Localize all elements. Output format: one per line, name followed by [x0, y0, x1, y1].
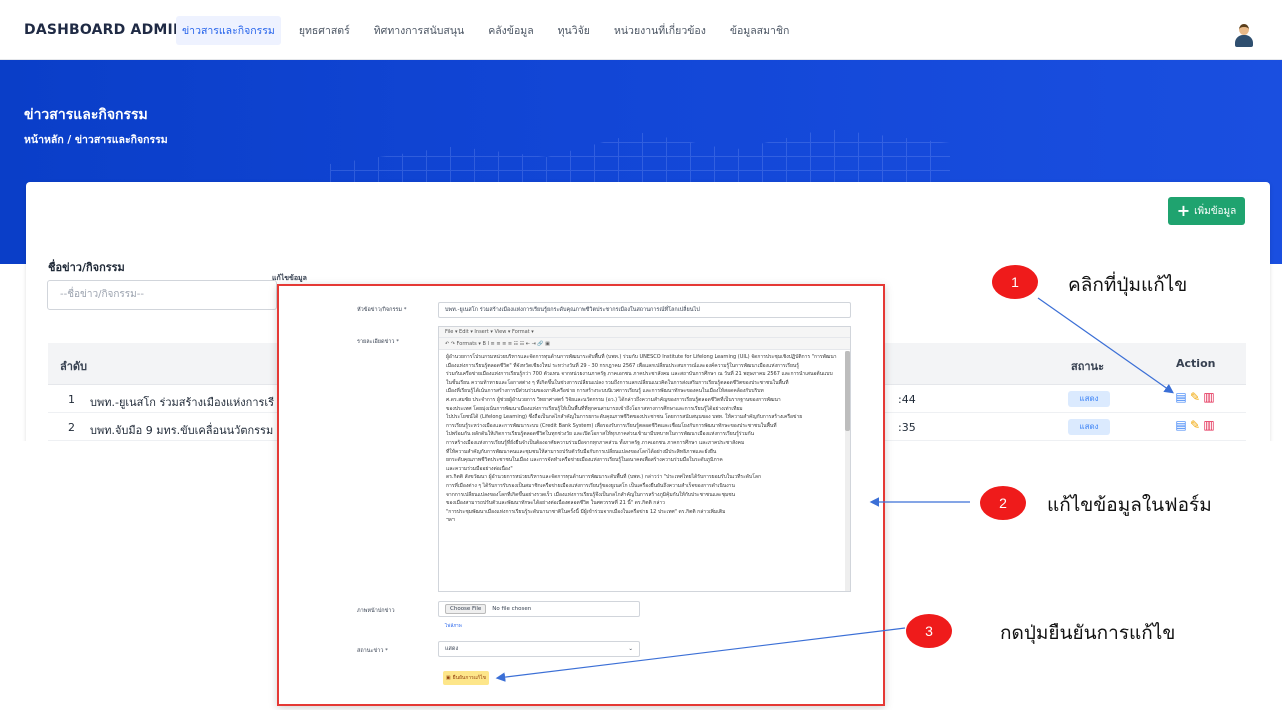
column-status: สถานะ	[1071, 360, 1104, 373]
edit-modal-title: แก้ไขข้อมูล	[272, 274, 307, 282]
filter-input[interactable]: --ชื่อข่าว/กิจกรรม--	[47, 280, 277, 310]
file-hint: ไฟล์ภาพ	[445, 624, 462, 629]
editor-scroll-thumb[interactable]	[845, 351, 850, 431]
top-navbar: DASHBOARD ADMIN ข่าวสารและกิจกรรม ยุทธศา…	[0, 0, 1282, 60]
editor-text-line: เมืองแห่งการเรียนรู้ตลอดชีวิต" ที่จังหวั…	[446, 362, 799, 369]
delete-trash-icon[interactable]: ▥	[1202, 417, 1216, 433]
breadcrumb: หน้าหลัก / ข่าวสารและกิจกรรม	[24, 134, 168, 146]
editor-toolbar[interactable]: ↶ ↷ Formats ▾ B I ≡ ≡ ≡ ≡ ☷ ☷ ⇤ ⇥ 🔗 ▣	[439, 338, 850, 350]
status-label: สถานะข่าว *	[357, 648, 388, 654]
cover-image-label: ภาพหน้าปกข่าว	[357, 608, 395, 614]
editor-text-line: เมืองที่เรียนรู้ได้เน้นการสร้างการมีส่วน…	[446, 388, 764, 395]
editor-text-line: การเรียนรู้ระหว่างเมืองและการพัฒนาระบบ (…	[446, 422, 777, 429]
row-title: บพท.-ยูเนสโก ร่วมสร้างเมืองแห่งการเรี	[90, 396, 275, 409]
menu-strategy[interactable]: ยุทธศาสตร์	[299, 22, 350, 39]
callout-step-1-text: คลิกที่ปุ่มแก้ไข	[1068, 274, 1188, 296]
editor-menubar[interactable]: File ▾ Edit ▾ Insert ▾ View ▾ Format ▾	[439, 327, 850, 338]
chevron-down-icon: ⌄	[628, 646, 633, 652]
user-avatar-icon[interactable]	[1234, 24, 1254, 48]
editor-text-line: ไปพร้อมกัน ผลักดันให้เกิดการเรียนรู้ตลอด…	[446, 431, 755, 438]
add-item-button[interactable]: + เพิ่มข้อมูล	[1168, 197, 1245, 225]
edit-pencil-icon[interactable]: ✎	[1188, 389, 1202, 405]
editor-text-line: ศ.ดร.สมชัย ประจำการ ผู้ช่วยผู้อำนวยการ ว…	[446, 396, 781, 403]
view-document-icon[interactable]: ▤	[1174, 417, 1188, 433]
editor-text-line: ดร.กิตติ สังขวัฒนา ผู้อำนวยการหน่วยบริหา…	[446, 474, 761, 481]
row-time: :44	[898, 393, 916, 406]
row-number: 2	[68, 421, 75, 434]
headline-input[interactable]: บพท.-ยูเนสโก ร่วมสร้างเมืองแห่งการเรียนร…	[438, 302, 851, 318]
callout-step-3-text: กดปุ่มยืนยันการแก้ไข	[1000, 622, 1176, 644]
main-menu: ข่าวสารและกิจกรรม ยุทธศาสตร์ ทิศทางการสน…	[176, 0, 813, 60]
view-document-icon[interactable]: ▤	[1174, 389, 1188, 405]
editor-text-line: ที่ให้ความสำคัญกับการพัฒนาคนและชุมชนให้ส…	[446, 448, 717, 455]
save-icon: ▣	[445, 675, 451, 681]
menu-data-repository[interactable]: คลังข้อมูล	[488, 22, 533, 39]
editor-text-line: ไปประโยชน์ได้ (Lifelong Learning) ซึ่งถื…	[446, 414, 803, 421]
callout-step-2: 2	[980, 486, 1026, 520]
rich-text-editor[interactable]: File ▾ Edit ▾ Insert ▾ View ▾ Format ▾ ↶…	[438, 326, 851, 592]
column-action: Action	[1176, 357, 1216, 370]
status-select-value: แสดง	[445, 646, 459, 652]
confirm-edit-button[interactable]: ▣ ยืนยันการแก้ไข	[443, 671, 489, 685]
row-title: บพท.จับมือ 9 มทร.ขับเคลื่อนนวัตกรรม	[90, 424, 274, 437]
menu-members[interactable]: ข้อมูลสมาชิก	[730, 22, 790, 39]
column-order: ลำดับ	[60, 360, 88, 373]
editor-text-line: ร่วมกับเครือข่ายเมืองแห่งการเรียนรู้กว่า…	[446, 371, 833, 378]
menu-news[interactable]: ข่าวสารและกิจกรรม	[176, 15, 281, 45]
editor-text-line: ยกระดับคุณภาพชีวิตประชาชนในเมือง และการจ…	[446, 457, 723, 464]
confirm-edit-label: ยืนยันการแก้ไข	[452, 675, 487, 681]
callout-step-3: 3	[906, 614, 952, 648]
editor-text-line: และความร่วมมืออย่างต่อเนื่อง"	[446, 465, 513, 472]
filter-label: ชื่อข่าว/กิจกรรม	[48, 261, 125, 274]
detail-label: รายละเอียดข่าว *	[357, 339, 400, 345]
status-badge: แสดง	[1068, 419, 1110, 435]
brand-title: DASHBOARD ADMIN	[24, 22, 185, 38]
menu-research-fund[interactable]: ทุนวิจัย	[558, 22, 590, 39]
editor-text-line: "การประชุมพัฒนาเมืองแห่งการเรียนรู้ระดับ…	[446, 508, 726, 515]
cover-image-file-input[interactable]: Choose File No file chosen	[438, 601, 640, 617]
editor-content[interactable]: ผู้อำนวยการโปรแกรมหน่วยบริหารและจัดการทุ…	[446, 353, 844, 585]
editor-text-line: ในชั้นเรียน ความท้าทายและโอกาสต่าง ๆ ที่…	[446, 379, 789, 386]
row-time: :35	[898, 421, 916, 434]
editor-text-line: การสร้างเมืองแห่งการเรียนรู้ที่ยั่งยืนจำ…	[446, 439, 745, 446]
add-item-label: เพิ่มข้อมูล	[1194, 205, 1237, 217]
hero-decoration	[330, 129, 950, 185]
menu-related-agencies[interactable]: หน่วยงานที่เกี่ยวข้อง	[614, 22, 706, 39]
plus-icon: +	[1176, 201, 1191, 220]
edit-pencil-icon[interactable]: ✎	[1188, 417, 1202, 433]
page-title: ข่าวสารและกิจกรรม	[24, 107, 148, 123]
choose-file-button[interactable]: Choose File	[445, 604, 487, 614]
editor-text-line: ของเมืองสามารถปรับตัวและพัฒนาทักษะได้อย่…	[446, 500, 665, 507]
row-number: 1	[68, 393, 75, 406]
callout-step-1: 1	[992, 265, 1038, 299]
status-select[interactable]: แสดง ⌄	[438, 641, 640, 657]
screenshot-frame: DASHBOARD ADMIN ข่าวสารและกิจกรรม ยุทธศา…	[0, 0, 1282, 710]
status-badge: แสดง	[1068, 391, 1110, 407]
editor-text-line: การที่เมืองต่าง ๆ ได้รับการรับรองเป็นสมา…	[446, 482, 735, 489]
headline-label: หัวข้อข่าว/กิจกรรม *	[357, 307, 407, 313]
menu-support-direction[interactable]: ทิศทางการสนับสนุน	[374, 22, 464, 39]
delete-trash-icon[interactable]: ▥	[1202, 389, 1216, 405]
editor-text-line: ผู้อำนวยการโปรแกรมหน่วยบริหารและจัดการทุ…	[446, 354, 837, 360]
editor-text-line: จากการเปลี่ยนแปลงของโลกที่เกิดขึ้นอย่างร…	[446, 491, 736, 498]
file-status-text: No file chosen	[492, 606, 532, 612]
callout-step-2-text: แก้ไขข้อมูลในฟอร์ม	[1047, 494, 1212, 516]
editor-text-line: ฯลฯ	[446, 517, 455, 524]
editor-text-line: ของประเทศ โดยมุ่งเน้นการพัฒนาเมืองแห่งกา…	[446, 405, 743, 412]
